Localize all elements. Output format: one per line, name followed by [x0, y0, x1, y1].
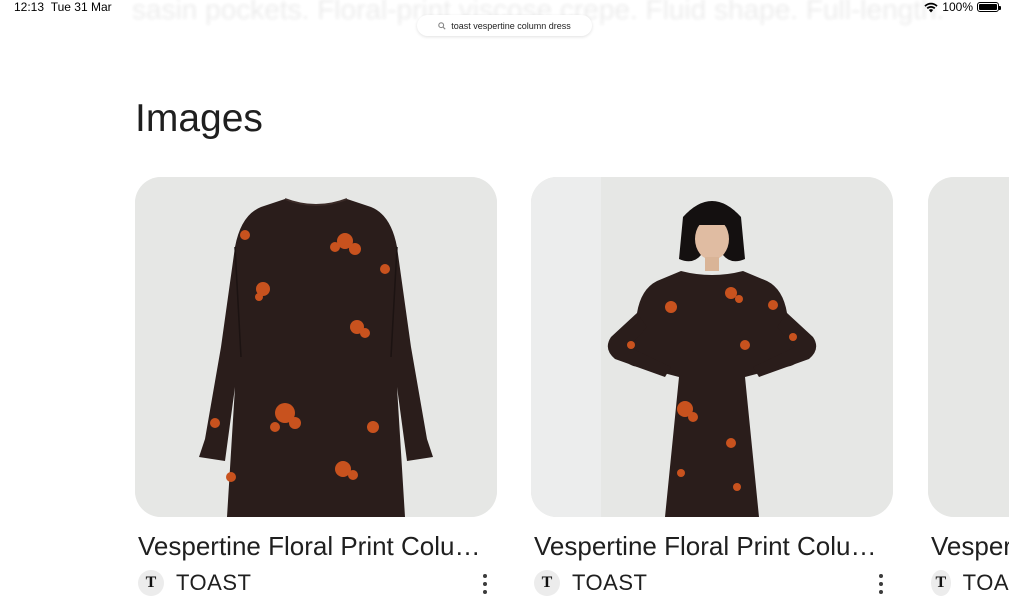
- result-source: T TOAST: [135, 570, 497, 596]
- search-icon: [438, 21, 446, 30]
- image-result-card[interactable]: Vesper T TOA: [928, 177, 1009, 596]
- image-result-card[interactable]: Vespertine Floral Print Colu… T TOAST: [531, 177, 893, 596]
- address-bar[interactable]: toast vespertine column dress: [417, 15, 592, 36]
- result-title[interactable]: Vespertine Floral Print Colu…: [135, 531, 497, 562]
- result-source: T TOAST: [531, 570, 893, 596]
- source-name[interactable]: TOA: [963, 570, 1009, 596]
- result-title[interactable]: Vespertine Floral Print Colu…: [531, 531, 893, 562]
- section-title: Images: [135, 97, 263, 140]
- more-options-icon[interactable]: [479, 572, 491, 596]
- toast-favicon-icon: T: [534, 570, 560, 596]
- status-time: 12:13 Tue 31 Mar: [14, 0, 112, 14]
- source-name[interactable]: TOAST: [572, 570, 647, 596]
- image-result-card[interactable]: Vespertine Floral Print Colu… T TOAST: [135, 177, 497, 596]
- result-image[interactable]: [135, 177, 497, 517]
- result-title[interactable]: Vesper: [928, 531, 1009, 562]
- source-name[interactable]: TOAST: [176, 570, 251, 596]
- more-options-icon[interactable]: [875, 572, 887, 596]
- result-image[interactable]: [531, 177, 893, 517]
- status-date: Tue 31 Mar: [50, 0, 112, 14]
- toast-favicon-icon: T: [931, 570, 951, 596]
- status-clock: 12:13: [14, 0, 45, 14]
- result-source: T TOA: [928, 570, 1009, 596]
- address-bar-query: toast vespertine column dress: [451, 20, 571, 31]
- toast-favicon-icon: T: [138, 570, 164, 596]
- result-image[interactable]: [928, 177, 1009, 517]
